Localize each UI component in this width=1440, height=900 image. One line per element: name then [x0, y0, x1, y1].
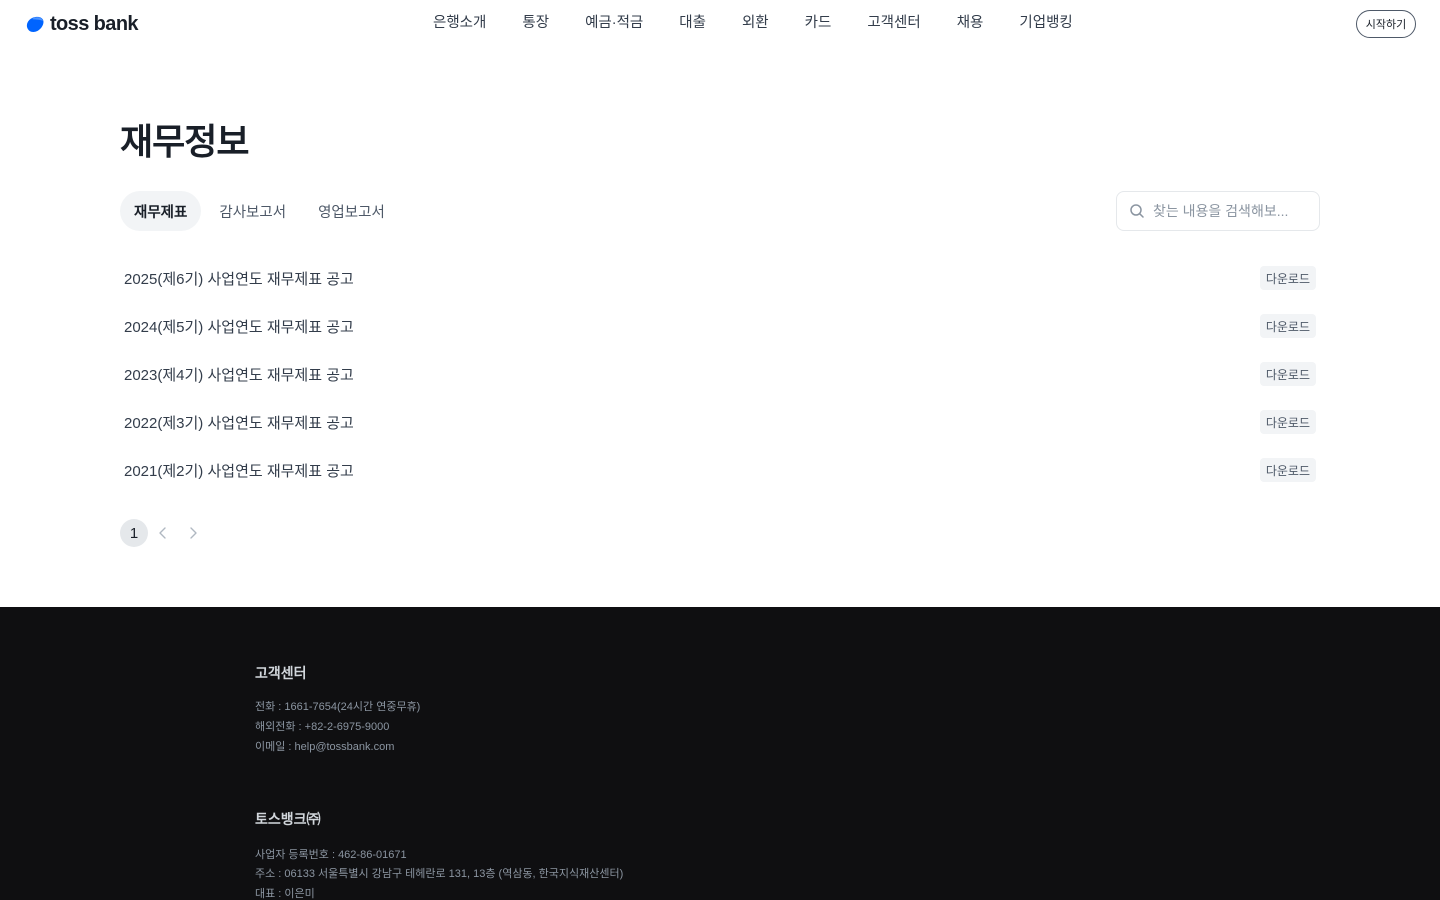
- page-title: 재무정보: [120, 121, 249, 162]
- nav-item-about[interactable]: 은행소개: [415, 0, 504, 47]
- search-box: [1116, 191, 1320, 231]
- search-icon: [1129, 203, 1145, 219]
- pagination: 1: [120, 519, 208, 547]
- nav-item-business-banking[interactable]: 기업뱅킹: [1001, 0, 1090, 47]
- list-item-title: 2023(제4기) 사업연도 재무제표 공고: [124, 366, 354, 384]
- nav-item-card[interactable]: 카드: [787, 0, 850, 47]
- toss-logo-icon: [24, 13, 46, 35]
- footer-email[interactable]: 이메일 : help@tossbank.com: [255, 740, 394, 754]
- footer-address: 주소 : 06133 서울특별시 강남구 테헤란로 131, 13층 (역삼동,…: [255, 868, 624, 880]
- top-header: toss bank 은행소개 통장 예금·적금 대출 외환 카드 고객센터 채용…: [0, 0, 1440, 47]
- page-number-current[interactable]: 1: [120, 519, 148, 547]
- nav-item-customer-center[interactable]: 고객센터: [849, 0, 938, 47]
- toss-bank-logo[interactable]: toss bank: [24, 12, 139, 36]
- chevron-left-icon[interactable]: [148, 519, 178, 547]
- list-item-title: 2024(제5기) 사업연도 재무제표 공고: [124, 318, 354, 336]
- footer-business-number: 사업자 등록번호 : 462-86-01671: [255, 849, 407, 861]
- tab-business-reports[interactable]: 영업보고서: [304, 191, 399, 231]
- download-button[interactable]: 다운로드: [1259, 362, 1316, 386]
- list-item-title: 2025(제6기) 사업연도 재무제표 공고: [124, 270, 354, 288]
- tab-audit-reports[interactable]: 감사보고서: [205, 191, 300, 231]
- nav-item-account[interactable]: 통장: [504, 0, 567, 47]
- list-item[interactable]: 2023(제4기) 사업연도 재무제표 공고 다운로드: [120, 350, 1320, 398]
- list-item-title: 2021(제2기) 사업연도 재무제표 공고: [124, 462, 354, 480]
- main-nav: 은행소개 통장 예금·적금 대출 외환 카드 고객센터 채용 기업뱅킹: [415, 0, 1091, 47]
- tab-financial-statements[interactable]: 재무제표: [120, 191, 202, 231]
- list-item[interactable]: 2024(제5기) 사업연도 재무제표 공고 다운로드: [120, 302, 1320, 350]
- nav-item-careers[interactable]: 채용: [939, 0, 1002, 47]
- nav-item-foreign-exchange[interactable]: 외환: [724, 0, 787, 47]
- tab-bar: 재무제표 감사보고서 영업보고서: [120, 191, 403, 231]
- download-button[interactable]: 다운로드: [1259, 458, 1316, 482]
- search-input[interactable]: [1153, 203, 1303, 219]
- list-item[interactable]: 2021(제2기) 사업연도 재무제표 공고 다운로드: [120, 446, 1320, 494]
- list-item-title: 2022(제3기) 사업연도 재무제표 공고: [124, 414, 354, 432]
- statement-list: 2025(제6기) 사업연도 재무제표 공고 다운로드 2024(제5기) 사업…: [120, 254, 1320, 494]
- footer-overseas-phone: 해외전화 : +82-2-6975-9000: [255, 721, 390, 733]
- download-button[interactable]: 다운로드: [1259, 410, 1316, 434]
- footer-ceo: 대표 : 이은미: [255, 888, 315, 900]
- download-button[interactable]: 다운로드: [1259, 314, 1316, 338]
- footer-support-heading: 고객센터: [255, 665, 307, 681]
- list-item[interactable]: 2022(제3기) 사업연도 재무제표 공고 다운로드: [120, 398, 1320, 446]
- list-item[interactable]: 2025(제6기) 사업연도 재무제표 공고 다운로드: [120, 254, 1320, 302]
- nav-item-savings[interactable]: 예금·적금: [567, 0, 661, 47]
- footer-company-heading: 토스뱅크㈜: [255, 811, 321, 827]
- start-button[interactable]: 시작하기: [1356, 10, 1416, 38]
- footer: 고객센터 전화 : 1661-7654(24시간 연중무휴) 해외전화 : +8…: [0, 607, 1440, 900]
- chevron-right-icon[interactable]: [178, 519, 208, 547]
- nav-item-loan[interactable]: 대출: [661, 0, 724, 47]
- logo-text: toss bank: [50, 13, 139, 35]
- footer-phone: 전화 : 1661-7654(24시간 연중무휴): [255, 701, 421, 713]
- download-button[interactable]: 다운로드: [1259, 266, 1316, 290]
